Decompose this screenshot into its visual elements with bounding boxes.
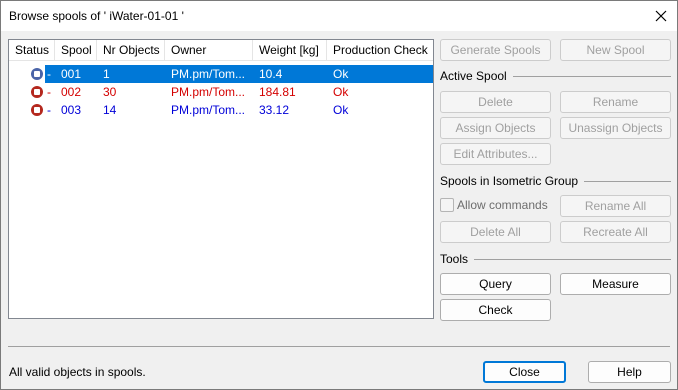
check-button[interactable]: Check xyxy=(440,299,551,321)
row-dash: - xyxy=(47,85,51,99)
table-row[interactable]: - 003 14 PM.pm/Tom... 33.12 Ok xyxy=(9,101,433,119)
allow-commands-checkbox[interactable] xyxy=(440,198,454,212)
close-icon xyxy=(655,10,667,22)
delete-button[interactable]: Delete xyxy=(440,91,551,113)
new-spool-button[interactable]: New Spool xyxy=(560,39,671,61)
cell-spool: 003 xyxy=(61,103,82,117)
cell-weight: 33.12 xyxy=(259,103,290,117)
cell-owner: PM.pm/Tom... xyxy=(171,85,246,99)
active-spool-label: Active Spool xyxy=(440,69,513,83)
column-header-nr-objects[interactable]: Nr Objects xyxy=(97,40,165,60)
recreate-all-button[interactable]: Recreate All xyxy=(560,221,671,243)
cell-production-check: Ok xyxy=(333,85,349,99)
isometric-group-label: Spools in Isometric Group xyxy=(440,174,585,188)
row-dash: - xyxy=(47,103,51,117)
generate-spools-button[interactable]: Generate Spools xyxy=(440,39,551,61)
edit-attributes-button[interactable]: Edit Attributes... xyxy=(440,143,551,165)
cell-spool: 001 xyxy=(61,67,82,81)
rename-button[interactable]: Rename xyxy=(560,91,671,113)
tools-divider xyxy=(440,259,671,260)
rename-all-button[interactable]: Rename All xyxy=(560,195,671,217)
table-row[interactable]: - 002 30 PM.pm/Tom... 184.81 Ok xyxy=(9,83,433,101)
cell-production-check: Ok xyxy=(333,103,349,117)
table-header: Status Spool Nr Objects Owner Weight [kg… xyxy=(9,40,433,61)
cell-nr-objects: 30 xyxy=(103,85,117,99)
cell-spool: 002 xyxy=(61,85,82,99)
spool-status-red-icon xyxy=(31,86,43,98)
close-window-button[interactable] xyxy=(646,1,676,31)
delete-all-button[interactable]: Delete All xyxy=(440,221,551,243)
column-header-weight[interactable]: Weight [kg] xyxy=(253,40,327,60)
status-text: All valid objects in spools. xyxy=(9,365,146,379)
query-button[interactable]: Query xyxy=(440,273,551,295)
spool-status-blue-icon xyxy=(31,68,43,80)
title-bar: Browse spools of ' iWater-01-01 ' xyxy=(1,1,677,31)
assign-objects-button[interactable]: Assign Objects xyxy=(440,117,551,139)
cell-weight: 10.4 xyxy=(259,67,283,81)
unassign-objects-button[interactable]: Unassign Objects xyxy=(560,117,671,139)
allow-commands-label: Allow commands xyxy=(457,198,548,212)
close-button[interactable]: Close xyxy=(483,361,566,383)
row-dash: - xyxy=(47,67,51,81)
cell-nr-objects: 14 xyxy=(103,103,117,117)
column-header-owner[interactable]: Owner xyxy=(165,40,253,60)
column-header-spool[interactable]: Spool xyxy=(55,40,97,60)
table-row[interactable]: - 001 1 PM.pm/Tom... 10.4 Ok xyxy=(9,65,433,83)
column-header-production-check[interactable]: Production Check xyxy=(327,40,433,60)
tools-label: Tools xyxy=(440,252,475,266)
measure-button[interactable]: Measure xyxy=(560,273,671,295)
cell-owner: PM.pm/Tom... xyxy=(171,67,246,81)
cell-production-check: Ok xyxy=(333,67,349,81)
column-header-status[interactable]: Status xyxy=(9,40,55,60)
bottom-separator xyxy=(8,346,670,347)
cell-weight: 184.81 xyxy=(259,85,296,99)
spool-table[interactable]: Status Spool Nr Objects Owner Weight [kg… xyxy=(8,39,434,319)
dialog-title: Browse spools of ' iWater-01-01 ' xyxy=(9,9,184,23)
browse-spools-dialog: Browse spools of ' iWater-01-01 ' Status… xyxy=(0,0,678,390)
cell-nr-objects: 1 xyxy=(103,67,110,81)
help-button[interactable]: Help xyxy=(588,361,671,383)
cell-owner: PM.pm/Tom... xyxy=(171,103,246,117)
spool-status-red-icon xyxy=(31,104,43,116)
